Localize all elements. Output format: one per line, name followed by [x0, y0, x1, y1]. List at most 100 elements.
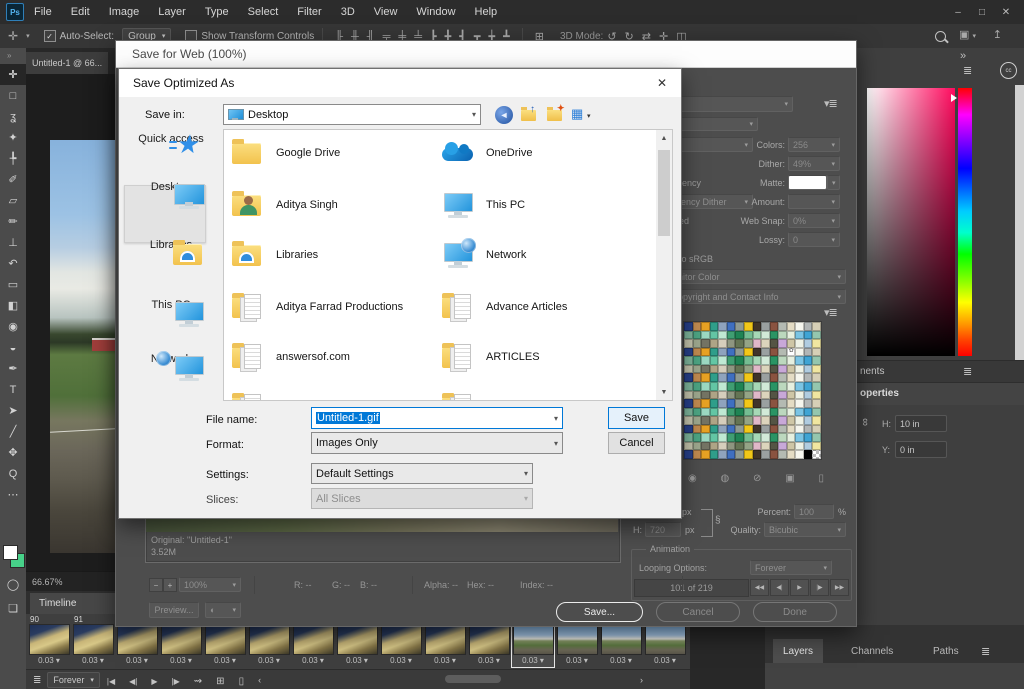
color-swatch[interactable] [770, 339, 779, 348]
color-swatch[interactable] [761, 356, 770, 365]
color-swatch[interactable] [710, 331, 719, 340]
layers-menu-icon[interactable]: ≣ [981, 645, 989, 658]
lasso-tool[interactable]: ʓ [0, 106, 26, 127]
delete-color-icon[interactable]: ▯ [818, 473, 824, 484]
color-swatch[interactable] [761, 365, 770, 374]
blur-tool[interactable]: ◉ [0, 316, 26, 337]
more-tools[interactable]: ⋯ [0, 484, 26, 505]
color-swatch[interactable] [770, 365, 779, 374]
new-color-icon[interactable]: ▣ [785, 473, 794, 484]
color-swatch[interactable] [778, 339, 787, 348]
color-swatch[interactable] [804, 382, 813, 391]
screen-mode-icon[interactable]: ❏ [0, 598, 26, 619]
save-for-web-titlebar[interactable]: Save for Web (100%) [116, 41, 856, 68]
lossy-field[interactable]: 0▾ [788, 232, 840, 247]
color-swatch[interactable] [693, 356, 702, 365]
link-dimensions-icon[interactable]: ∞ [859, 418, 871, 426]
color-panel-menu-icon[interactable]: ≣ [963, 64, 971, 77]
dodge-tool[interactable]: ◒ [0, 337, 26, 358]
creative-cloud-icon[interactable]: cc [1000, 62, 1017, 79]
color-swatch[interactable] [701, 382, 710, 391]
color-swatch[interactable] [804, 450, 813, 459]
history-brush-tool[interactable]: ↶ [0, 253, 26, 274]
color-swatch[interactable] [684, 433, 693, 442]
timeline-scrollbar[interactable] [445, 675, 501, 683]
select-color-icon[interactable]: ◉ [688, 473, 697, 484]
menu-help[interactable]: Help [475, 6, 498, 18]
color-swatch[interactable] [744, 365, 753, 374]
color-swatch[interactable] [718, 339, 727, 348]
frame-duration[interactable]: 0.03 ▾ [116, 656, 158, 665]
tab-paths[interactable]: Paths [923, 639, 969, 663]
color-swatch[interactable] [718, 322, 727, 331]
color-swatch[interactable] [718, 408, 727, 417]
color-swatch[interactable] [778, 331, 787, 340]
frame-duration[interactable]: 0.03 ▾ [72, 656, 114, 665]
color-swatch[interactable] [727, 450, 736, 459]
color-swatch[interactable] [812, 331, 821, 340]
dialog-cancel-button[interactable]: Cancel [608, 432, 665, 454]
color-swatch[interactable] [787, 391, 796, 400]
save-in-dropdown[interactable]: Desktop ▾ [223, 104, 481, 125]
color-swatch[interactable] [804, 356, 813, 365]
menu-view[interactable]: View [374, 6, 398, 18]
color-swatch[interactable] [735, 382, 744, 391]
file-item[interactable]: This PC [440, 190, 640, 220]
color-swatch[interactable] [718, 425, 727, 434]
settings-dropdown[interactable]: Default Settings▾ [311, 463, 533, 484]
done-button[interactable]: Done [753, 602, 837, 622]
color-swatch[interactable] [718, 365, 727, 374]
sidebar-item-quick-access[interactable]: ★Quick access [126, 133, 216, 145]
file-item[interactable]: Advance Articles [440, 292, 640, 322]
color-swatch[interactable] [761, 391, 770, 400]
first-frame-button[interactable]: |◀ [107, 677, 115, 686]
color-swatch[interactable] [693, 408, 702, 417]
menu-select[interactable]: Select [248, 6, 279, 18]
height-field[interactable]: 720 [645, 522, 681, 537]
color-swatch[interactable] [718, 450, 727, 459]
color-swatch[interactable] [812, 339, 821, 348]
workspace-icon[interactable]: ▣ ▾ [959, 28, 976, 41]
move-tool-icon[interactable]: ✛ [8, 29, 18, 43]
view-menu-button[interactable]: ▦▾ [571, 106, 589, 124]
color-swatch[interactable] [735, 416, 744, 425]
frame-duration[interactable]: 0.03 ▾ [600, 656, 642, 665]
color-swatch[interactable] [812, 416, 821, 425]
color-swatch[interactable] [795, 322, 804, 331]
color-swatch[interactable] [804, 442, 813, 451]
color-swatch[interactable] [718, 399, 727, 408]
color-swatch[interactable] [693, 348, 702, 357]
cancel-button[interactable]: Cancel [656, 602, 740, 622]
color-swatch[interactable] [710, 322, 719, 331]
color-swatch[interactable] [744, 322, 753, 331]
color-swatch[interactable] [710, 348, 719, 357]
color-swatch[interactable] [735, 425, 744, 434]
color-swatch[interactable] [761, 373, 770, 382]
file-item-partial[interactable] [440, 392, 640, 401]
color-swatch[interactable] [812, 433, 821, 442]
color-swatch[interactable] [718, 348, 727, 357]
first-frame-button[interactable]: ◀◀ [750, 579, 769, 596]
color-swatch[interactable] [787, 356, 796, 365]
dock-collapse-icon[interactable]: » [960, 50, 965, 62]
play-button[interactable]: ▶ [151, 677, 157, 686]
color-swatch[interactable] [701, 450, 710, 459]
color-swatch[interactable] [753, 373, 762, 382]
color-swatch[interactable] [701, 322, 710, 331]
color-swatch[interactable] [735, 331, 744, 340]
color-swatch[interactable] [761, 425, 770, 434]
save-button[interactable]: Save... [556, 602, 643, 622]
eyedropper-tool[interactable]: ✐ [0, 169, 26, 190]
scroll-up-icon[interactable]: ▲ [656, 130, 672, 146]
timeline-frame[interactable]: 910.03 ▾ [72, 615, 114, 667]
color-swatch[interactable] [770, 391, 779, 400]
color-table-menu-icon[interactable]: ▾≣ [824, 306, 837, 319]
color-swatch[interactable] [778, 373, 787, 382]
quick-selection-tool[interactable]: ✦ [0, 127, 26, 148]
color-swatch[interactable] [727, 399, 736, 408]
color-swatch[interactable] [812, 365, 821, 374]
color-swatch[interactable] [761, 450, 770, 459]
type-tool[interactable]: T [0, 379, 26, 400]
color-swatch[interactable] [701, 442, 710, 451]
color-swatch[interactable] [753, 408, 762, 417]
